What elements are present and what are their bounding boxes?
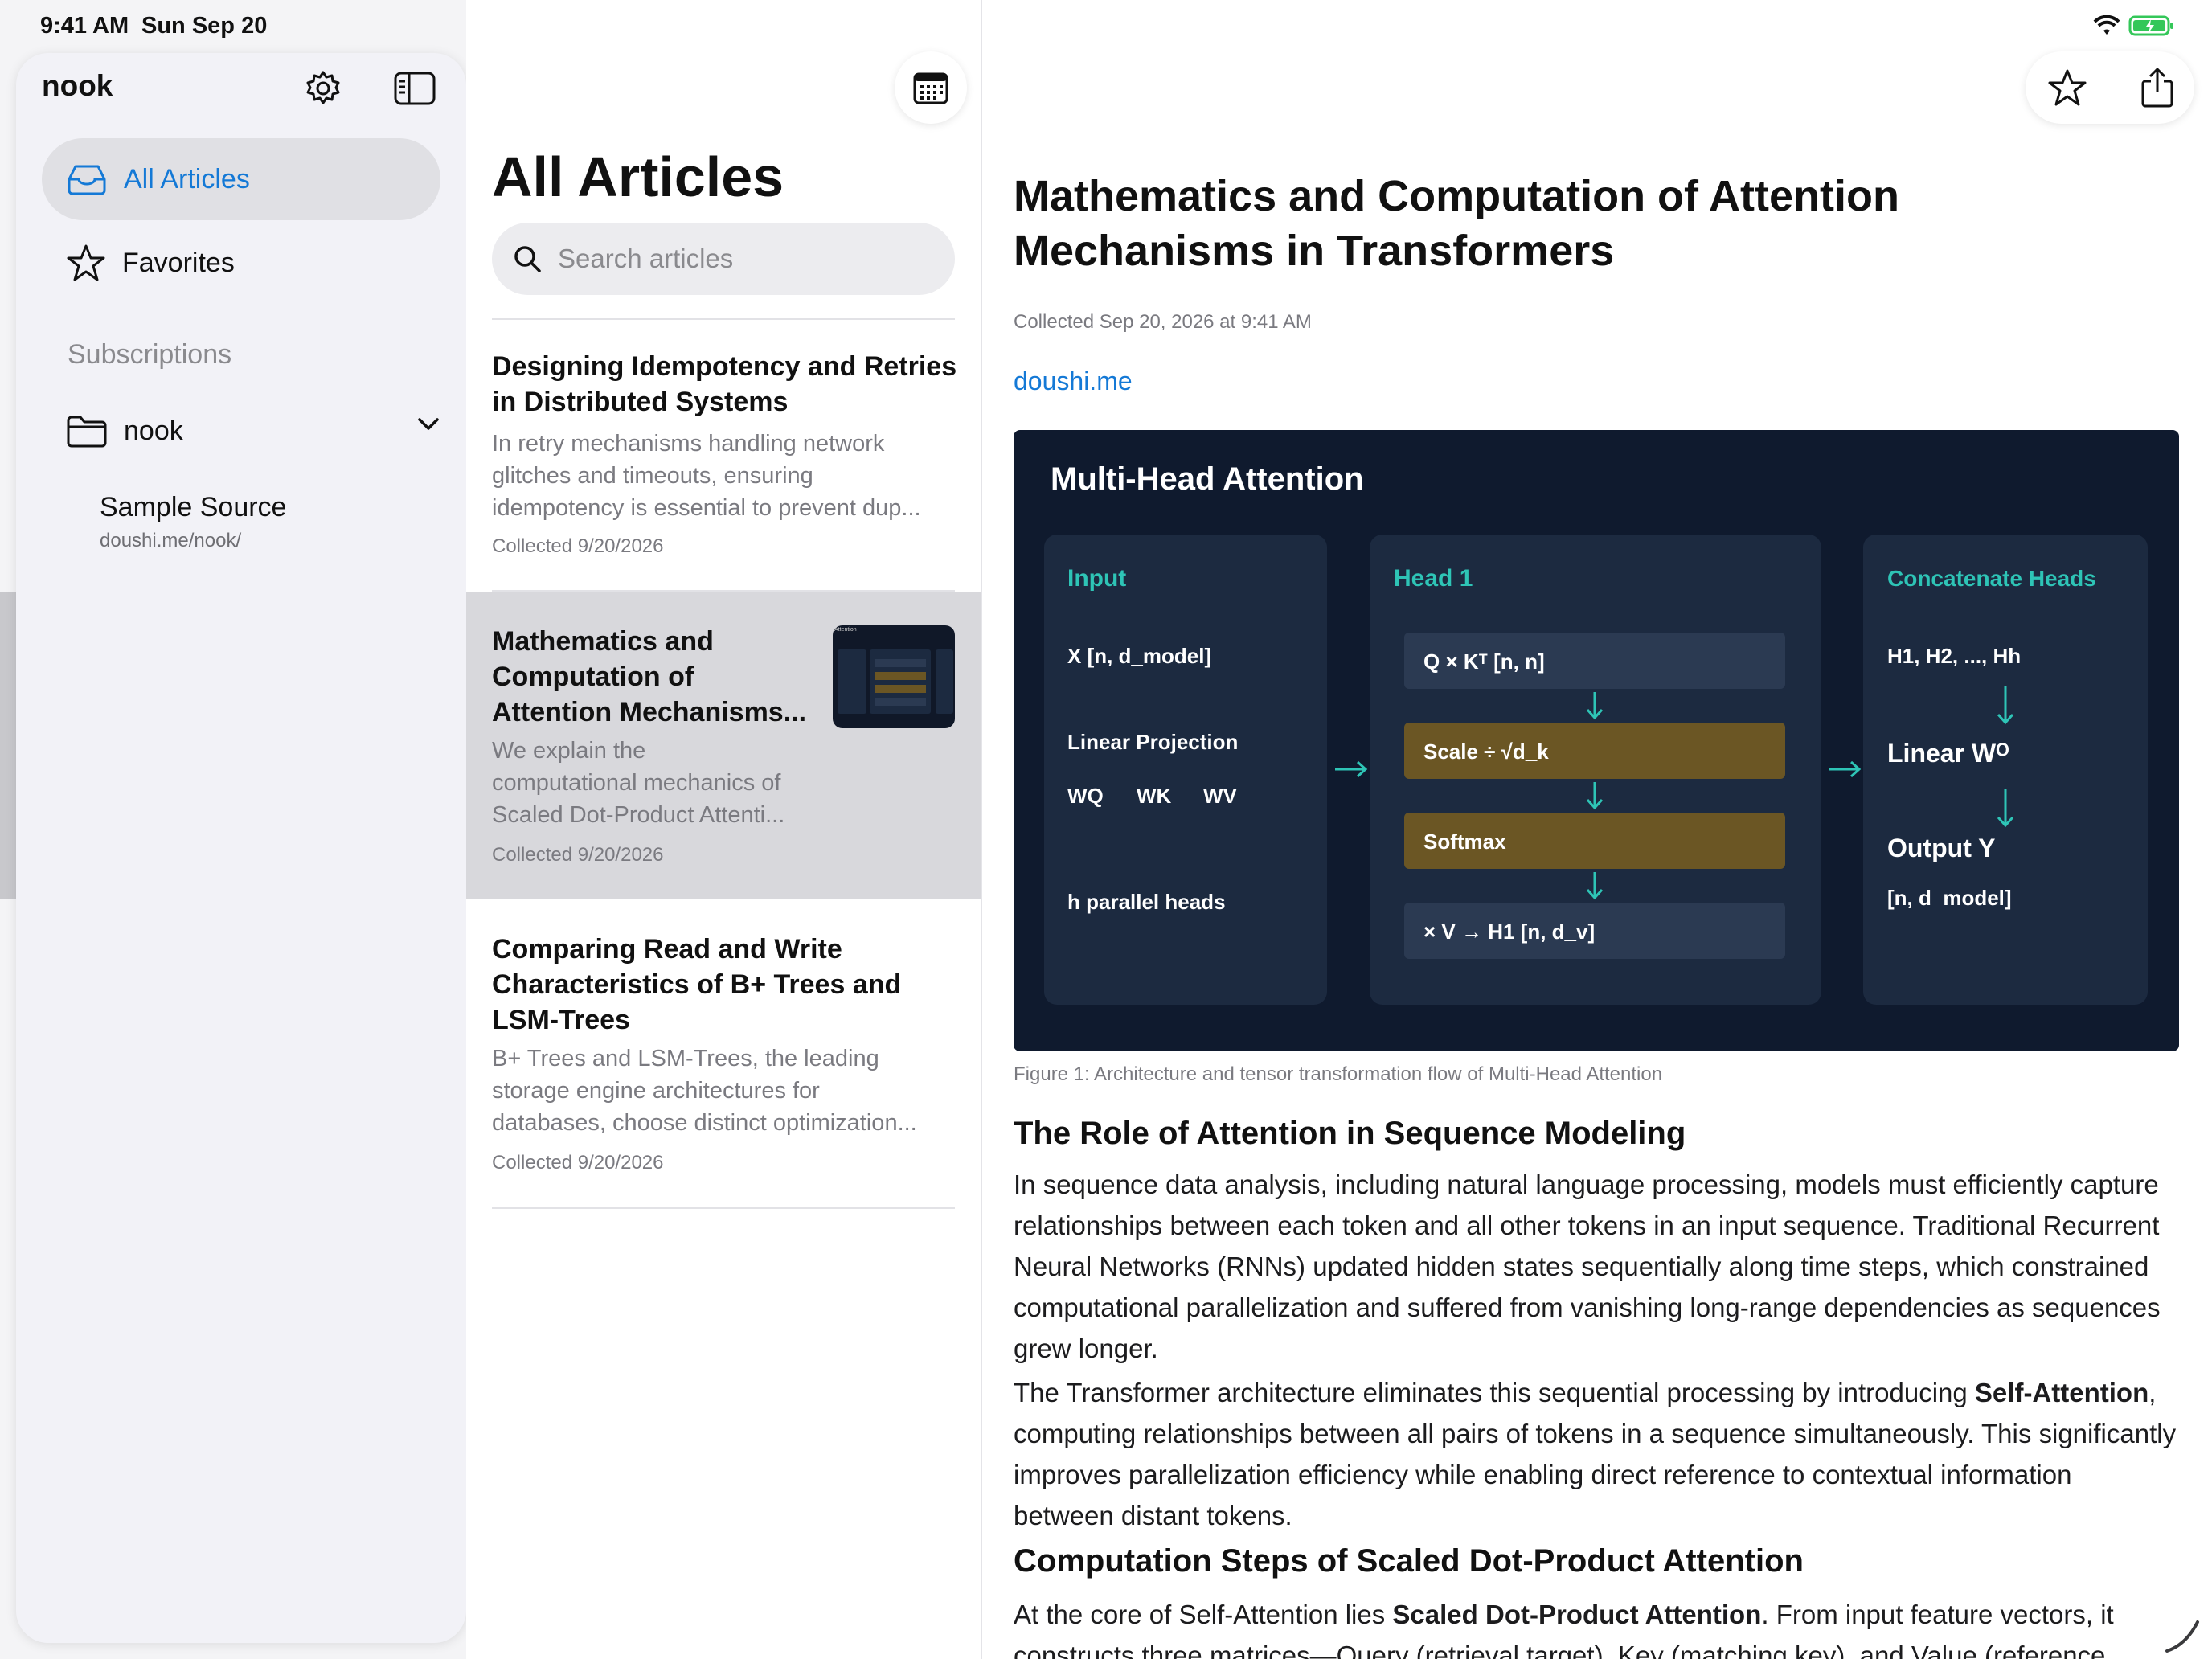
source-link[interactable]: doushi.me — [1014, 367, 1133, 396]
head-step-2: Scale ÷ √d_k — [1423, 739, 1549, 764]
status-bar: 9:41 AM Sun Sep 20 — [0, 0, 2212, 51]
search-icon — [514, 246, 541, 272]
sidebar-item-label: All Articles — [124, 163, 250, 195]
article-summary: We explain the computational mechanics of… — [492, 738, 785, 828]
scroll-indicator[interactable] — [2162, 1616, 2202, 1656]
app-title: nook — [42, 69, 113, 102]
share-icon — [2141, 68, 2173, 108]
calendar-button[interactable] — [895, 51, 967, 124]
article-card-selected[interactable]: Mathematics and Computation of Attention M… — [466, 592, 981, 899]
head-step-1: Q × Kᵀ [n, n] — [1423, 649, 1545, 674]
input-proj: Linear Projection — [1067, 730, 1238, 754]
paragraph: The Transformer architecture eliminates … — [1014, 1378, 2177, 1530]
article-card[interactable]: Comparing Read and Write Characteristics … — [466, 899, 981, 1208]
article-summary: In retry mechanisms handling network glit… — [492, 431, 921, 521]
list-title: All Articles — [492, 145, 784, 208]
star-icon — [2048, 69, 2087, 106]
article-heading: Mathematics and Computation of Attention… — [1014, 172, 1899, 275]
folder-label: nook — [124, 415, 183, 446]
article-title: Mathematics and Computation of Attention M… — [492, 626, 807, 727]
input-wk: WK — [1137, 784, 1172, 808]
star-icon — [67, 244, 105, 281]
article-collected-date: Collected 9/20/2026 — [492, 535, 664, 557]
sidebar-icon — [394, 72, 436, 105]
sidebar-folder-nook[interactable]: nook — [66, 407, 440, 455]
status-time: 9:41 AM — [40, 13, 129, 39]
figure-caption: Figure 1: Architecture and tensor transf… — [1014, 1063, 1663, 1085]
input-heads: h parallel heads — [1067, 890, 1226, 914]
head-heading: Head 1 — [1394, 565, 1473, 592]
input-shape: X [n, d_model] — [1067, 644, 1211, 668]
source-name: Sample Source — [100, 492, 287, 522]
article-meta: Collected Sep 20, 2026 at 9:41 AM — [1014, 311, 1312, 333]
subscriptions-heading: Subscriptions — [68, 339, 232, 370]
paragraph: In sequence data analysis, including nat… — [1014, 1169, 2161, 1363]
wifi-icon — [2093, 14, 2120, 40]
chevron-down-icon[interactable] — [416, 416, 440, 432]
input-wq: WQ — [1067, 784, 1104, 808]
concat-item-3: Output Y — [1887, 834, 1996, 862]
search-bar[interactable] — [492, 223, 955, 295]
article-collected-date: Collected 9/20/2026 — [492, 1152, 664, 1174]
status-icons — [2093, 14, 2175, 41]
article-collected-date: Collected 9/20/2026 — [492, 844, 664, 866]
concat-heading: Concatenate Heads — [1887, 566, 2096, 591]
source-url: doushi.me/nook/ — [100, 530, 242, 551]
sidebar-item-favorites[interactable]: Favorites — [42, 222, 440, 304]
sidebar-item-all-articles[interactable]: All Articles — [42, 138, 440, 220]
paragraph: At the core of Self-Attention lies Scale… — [1014, 1600, 2114, 1659]
folder-icon — [67, 416, 107, 448]
status-date: Sun Sep 20 — [141, 13, 268, 39]
article-figure: Multi-Head Attention Input X [n, d_model… — [1014, 430, 2179, 1051]
sidebar: nook All Articles Favorites Subscription… — [16, 53, 466, 1643]
sidebar-toggle-button[interactable] — [391, 64, 439, 113]
head-step-4: × V → H1 [n, d_v] — [1423, 920, 1595, 944]
list-divider — [492, 1207, 955, 1209]
sidebar-item-label: Favorites — [122, 247, 235, 278]
settings-button[interactable] — [299, 64, 347, 113]
calendar-icon — [913, 72, 948, 104]
concat-item-2: Linear Wᴼ — [1887, 739, 2009, 768]
section-heading: Computation Steps of Scaled Dot-Product … — [1014, 1543, 1804, 1579]
section-heading: The Role of Attention in Sequence Modeli… — [1014, 1116, 1686, 1151]
article-title: Comparing Read and Write Characteristics … — [492, 934, 902, 1035]
sidebar-source-item[interactable]: Sample Source doushi.me/nook/ — [100, 492, 286, 552]
head-step-3: Softmax — [1423, 830, 1506, 854]
tray-icon — [68, 165, 106, 195]
share-button[interactable] — [2117, 51, 2198, 124]
thumbnail-label: Attention — [834, 627, 857, 633]
figure-title: Multi-Head Attention — [1051, 461, 1364, 497]
battery-icon — [2128, 14, 2175, 41]
concat-item-1: H1, H2, ..., Hh — [1887, 644, 2021, 668]
gear-icon — [306, 71, 340, 104]
article-thumbnail: Attention — [833, 625, 955, 728]
article-summary: B+ Trees and LSM-Trees, the leading stora… — [492, 1046, 917, 1136]
input-wv: WV — [1203, 784, 1238, 808]
concat-item-4: [n, d_model] — [1887, 886, 2012, 910]
article-title: Designing Idempotency and Retries in Dist… — [492, 351, 957, 417]
article-card[interactable]: Designing Idempotency and Retries in Dist… — [466, 320, 981, 592]
search-input[interactable] — [558, 244, 928, 274]
input-heading: Input — [1067, 565, 1126, 592]
favorite-button[interactable] — [2027, 51, 2108, 124]
